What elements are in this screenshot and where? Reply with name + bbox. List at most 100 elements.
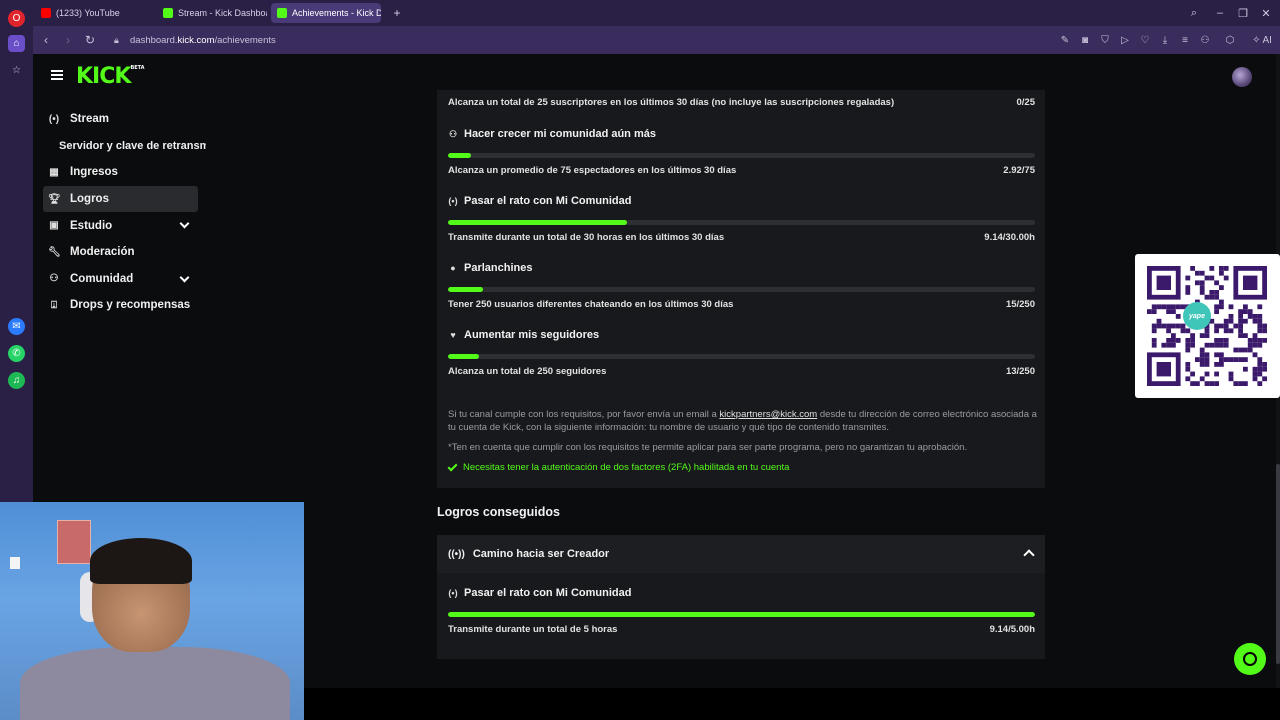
chevron-up-icon[interactable] bbox=[1023, 549, 1035, 561]
edit-icon[interactable]: ✎ bbox=[1057, 31, 1073, 49]
tab-label: (1233) YouTube bbox=[56, 8, 120, 18]
achievements-card: Alcanza un total de 25 suscriptores en l… bbox=[437, 90, 1045, 488]
sidebar-item-label: Servidor y clave de retransm bbox=[59, 139, 206, 152]
progress-bar bbox=[448, 287, 1035, 292]
home-icon[interactable]: ⌂ bbox=[8, 35, 25, 52]
minimize-button[interactable]: – bbox=[1209, 3, 1231, 23]
partner-note: Si tu canal cumple con los requisitos, p… bbox=[448, 408, 1038, 434]
yape-label: yape bbox=[1189, 312, 1205, 320]
opera-logo-icon[interactable]: O bbox=[8, 10, 25, 27]
progress-fill bbox=[448, 287, 484, 292]
address-bar: ‹ › ↻ 🔒︎ dashboard. kick.com/achievements… bbox=[33, 26, 1280, 54]
achievement-title: Pasar el rato con Mi Comunidad bbox=[464, 587, 632, 599]
achievement-desc: Transmite durante un total de 5 horas bbox=[448, 624, 618, 635]
sidebar-item-estudio[interactable]: ▣ Estudio bbox=[43, 212, 203, 239]
achievement-value: 9.14/30.00h bbox=[984, 232, 1035, 243]
progress-bar bbox=[448, 220, 1035, 225]
requirement-text: Necesitas tener la autenticación de dos … bbox=[463, 462, 790, 473]
youtube-icon bbox=[41, 8, 51, 18]
achievement-desc: Alcanza un total de 250 seguidores bbox=[448, 366, 607, 377]
ai-button[interactable]: ✧ AI bbox=[1247, 31, 1277, 49]
url-domain: kick.com bbox=[177, 34, 215, 46]
wall-switch bbox=[10, 557, 20, 569]
section-title: Logros conseguidos bbox=[437, 505, 560, 519]
avatar[interactable] bbox=[1232, 67, 1252, 87]
download-icon[interactable]: ⤓ bbox=[1157, 31, 1173, 49]
scrollbar-thumb[interactable] bbox=[1276, 464, 1280, 664]
chat-icon: ● bbox=[450, 263, 456, 273]
chevron-down-icon[interactable] bbox=[179, 272, 190, 283]
accordion-title: Camino hacia ser Creador bbox=[472, 548, 610, 560]
pinboard-icon[interactable]: ☆ bbox=[8, 62, 25, 79]
hamburger-menu-icon[interactable] bbox=[51, 70, 63, 80]
close-button[interactable]: ✕ bbox=[1255, 3, 1277, 23]
chevron-down-icon[interactable] bbox=[179, 218, 190, 229]
email-link[interactable]: kickpartners@kick.com bbox=[719, 409, 817, 420]
whatsapp-icon[interactable]: ✆ bbox=[8, 345, 25, 362]
restore-button[interactable]: ❐ bbox=[1232, 3, 1254, 23]
lock-icon: 🔒︎ bbox=[114, 34, 119, 45]
progress-fill bbox=[448, 153, 471, 158]
sidebar-item-comunidad[interactable]: ⚇ Comunidad bbox=[43, 266, 203, 293]
logo-text: KICK bbox=[76, 64, 131, 89]
new-tab-button[interactable]: + bbox=[389, 3, 405, 23]
spotify-icon[interactable]: ♫ bbox=[8, 372, 25, 389]
support-button[interactable] bbox=[1234, 643, 1266, 675]
play-icon[interactable]: ▷ bbox=[1117, 31, 1133, 49]
achievement-item: ♥ Aumentar mis seguidores Alcanza un tota… bbox=[448, 328, 1035, 377]
drops-icon: ⍗ bbox=[51, 299, 57, 311]
webcam-overlay bbox=[0, 502, 304, 720]
tab-stream-dashboard[interactable]: Stream - Kick Dashboard bbox=[157, 3, 267, 23]
camera-icon[interactable]: ◙ bbox=[1077, 31, 1093, 49]
shield-icon[interactable]: ⛉ bbox=[1097, 31, 1113, 49]
broadcast-icon: ((•)) bbox=[448, 548, 465, 560]
heart-icon[interactable]: ♡ bbox=[1137, 31, 1153, 49]
qr-code bbox=[1147, 266, 1267, 386]
achievement-desc: Tener 250 usuarios diferentes chateando … bbox=[448, 299, 734, 310]
progress-fill bbox=[448, 612, 1035, 617]
kick-logo[interactable]: KICKBETA bbox=[76, 64, 145, 89]
forward-icon[interactable]: › bbox=[59, 31, 77, 49]
back-icon[interactable]: ‹ bbox=[37, 31, 55, 49]
sidebar-item-logros[interactable]: 🏆︎ Logros bbox=[43, 185, 198, 213]
sidebar-item-ingresos[interactable]: ▦ Ingresos bbox=[43, 159, 203, 186]
cube-icon[interactable]: ⬡ bbox=[1222, 31, 1238, 49]
achievement-desc: Alcanza un promedio de 75 espectadores e… bbox=[448, 165, 737, 176]
wall-poster bbox=[57, 520, 91, 564]
bottom-strip bbox=[304, 688, 1280, 720]
tab-achievements[interactable]: Achievements - Kick Dash bbox=[271, 3, 381, 23]
streamer-hair bbox=[90, 538, 192, 584]
achievement-desc: Transmite durante un total de 30 horas e… bbox=[448, 232, 725, 243]
url-path: /achievements bbox=[214, 34, 276, 46]
achievement-value: 2.92/75 bbox=[1003, 165, 1035, 176]
sidebar-item-stream-key[interactable]: Servidor y clave de retransm bbox=[43, 133, 206, 160]
reload-icon[interactable]: ↻ bbox=[81, 31, 99, 49]
search-tabs-icon[interactable]: ⌕ bbox=[1183, 3, 1205, 23]
sidebar-item-moderacion[interactable]: 🔧︎ Moderación bbox=[43, 239, 203, 266]
sidebar-item-stream[interactable]: (•) Stream bbox=[43, 106, 203, 133]
wrench-icon: 🔧︎ bbox=[48, 246, 61, 258]
qr-code-overlay: yape bbox=[1135, 254, 1280, 398]
check-icon bbox=[447, 461, 458, 471]
achievement-item: ⚇ Hacer crecer mi comunidad aún más Alcan… bbox=[448, 127, 1035, 176]
profile-icon[interactable]: ⚇ bbox=[1197, 31, 1213, 49]
yape-logo: yape bbox=[1183, 302, 1211, 330]
achievement-value: 15/250 bbox=[1005, 299, 1035, 310]
tab-youtube[interactable]: (1233) YouTube bbox=[35, 3, 145, 23]
messenger-icon[interactable]: ✉ bbox=[8, 318, 25, 335]
accordion-header[interactable]: ((•)) Camino hacia ser Creador bbox=[437, 535, 1045, 573]
sidebar-item-label: Comunidad bbox=[70, 272, 134, 285]
heart-icon: ♥ bbox=[450, 330, 456, 340]
tab-bar: (1233) YouTube Stream - Kick Dashboard A… bbox=[33, 0, 1280, 26]
achievement-item: (•) Pasar el rato con Mi Comunidad Transm… bbox=[448, 586, 1035, 635]
tab-label: Achievements - Kick Dash bbox=[292, 8, 381, 18]
sidebar-item-label: Logros bbox=[70, 193, 109, 206]
achievement-title: Pasar el rato con Mi Comunidad bbox=[464, 195, 632, 207]
trophy-icon: 🏆︎ bbox=[48, 193, 61, 205]
sidebar: (•) Stream Servidor y clave de retransm … bbox=[43, 106, 206, 319]
menu-icon[interactable]: ≡ bbox=[1177, 31, 1193, 49]
logo-badge: BETA bbox=[130, 64, 145, 71]
sidebar-item-label: Ingresos bbox=[70, 166, 118, 179]
community-grow-icon: ⚇ bbox=[448, 128, 458, 139]
sidebar-item-drops[interactable]: ⍗ Drops y recompensas bbox=[43, 292, 203, 319]
